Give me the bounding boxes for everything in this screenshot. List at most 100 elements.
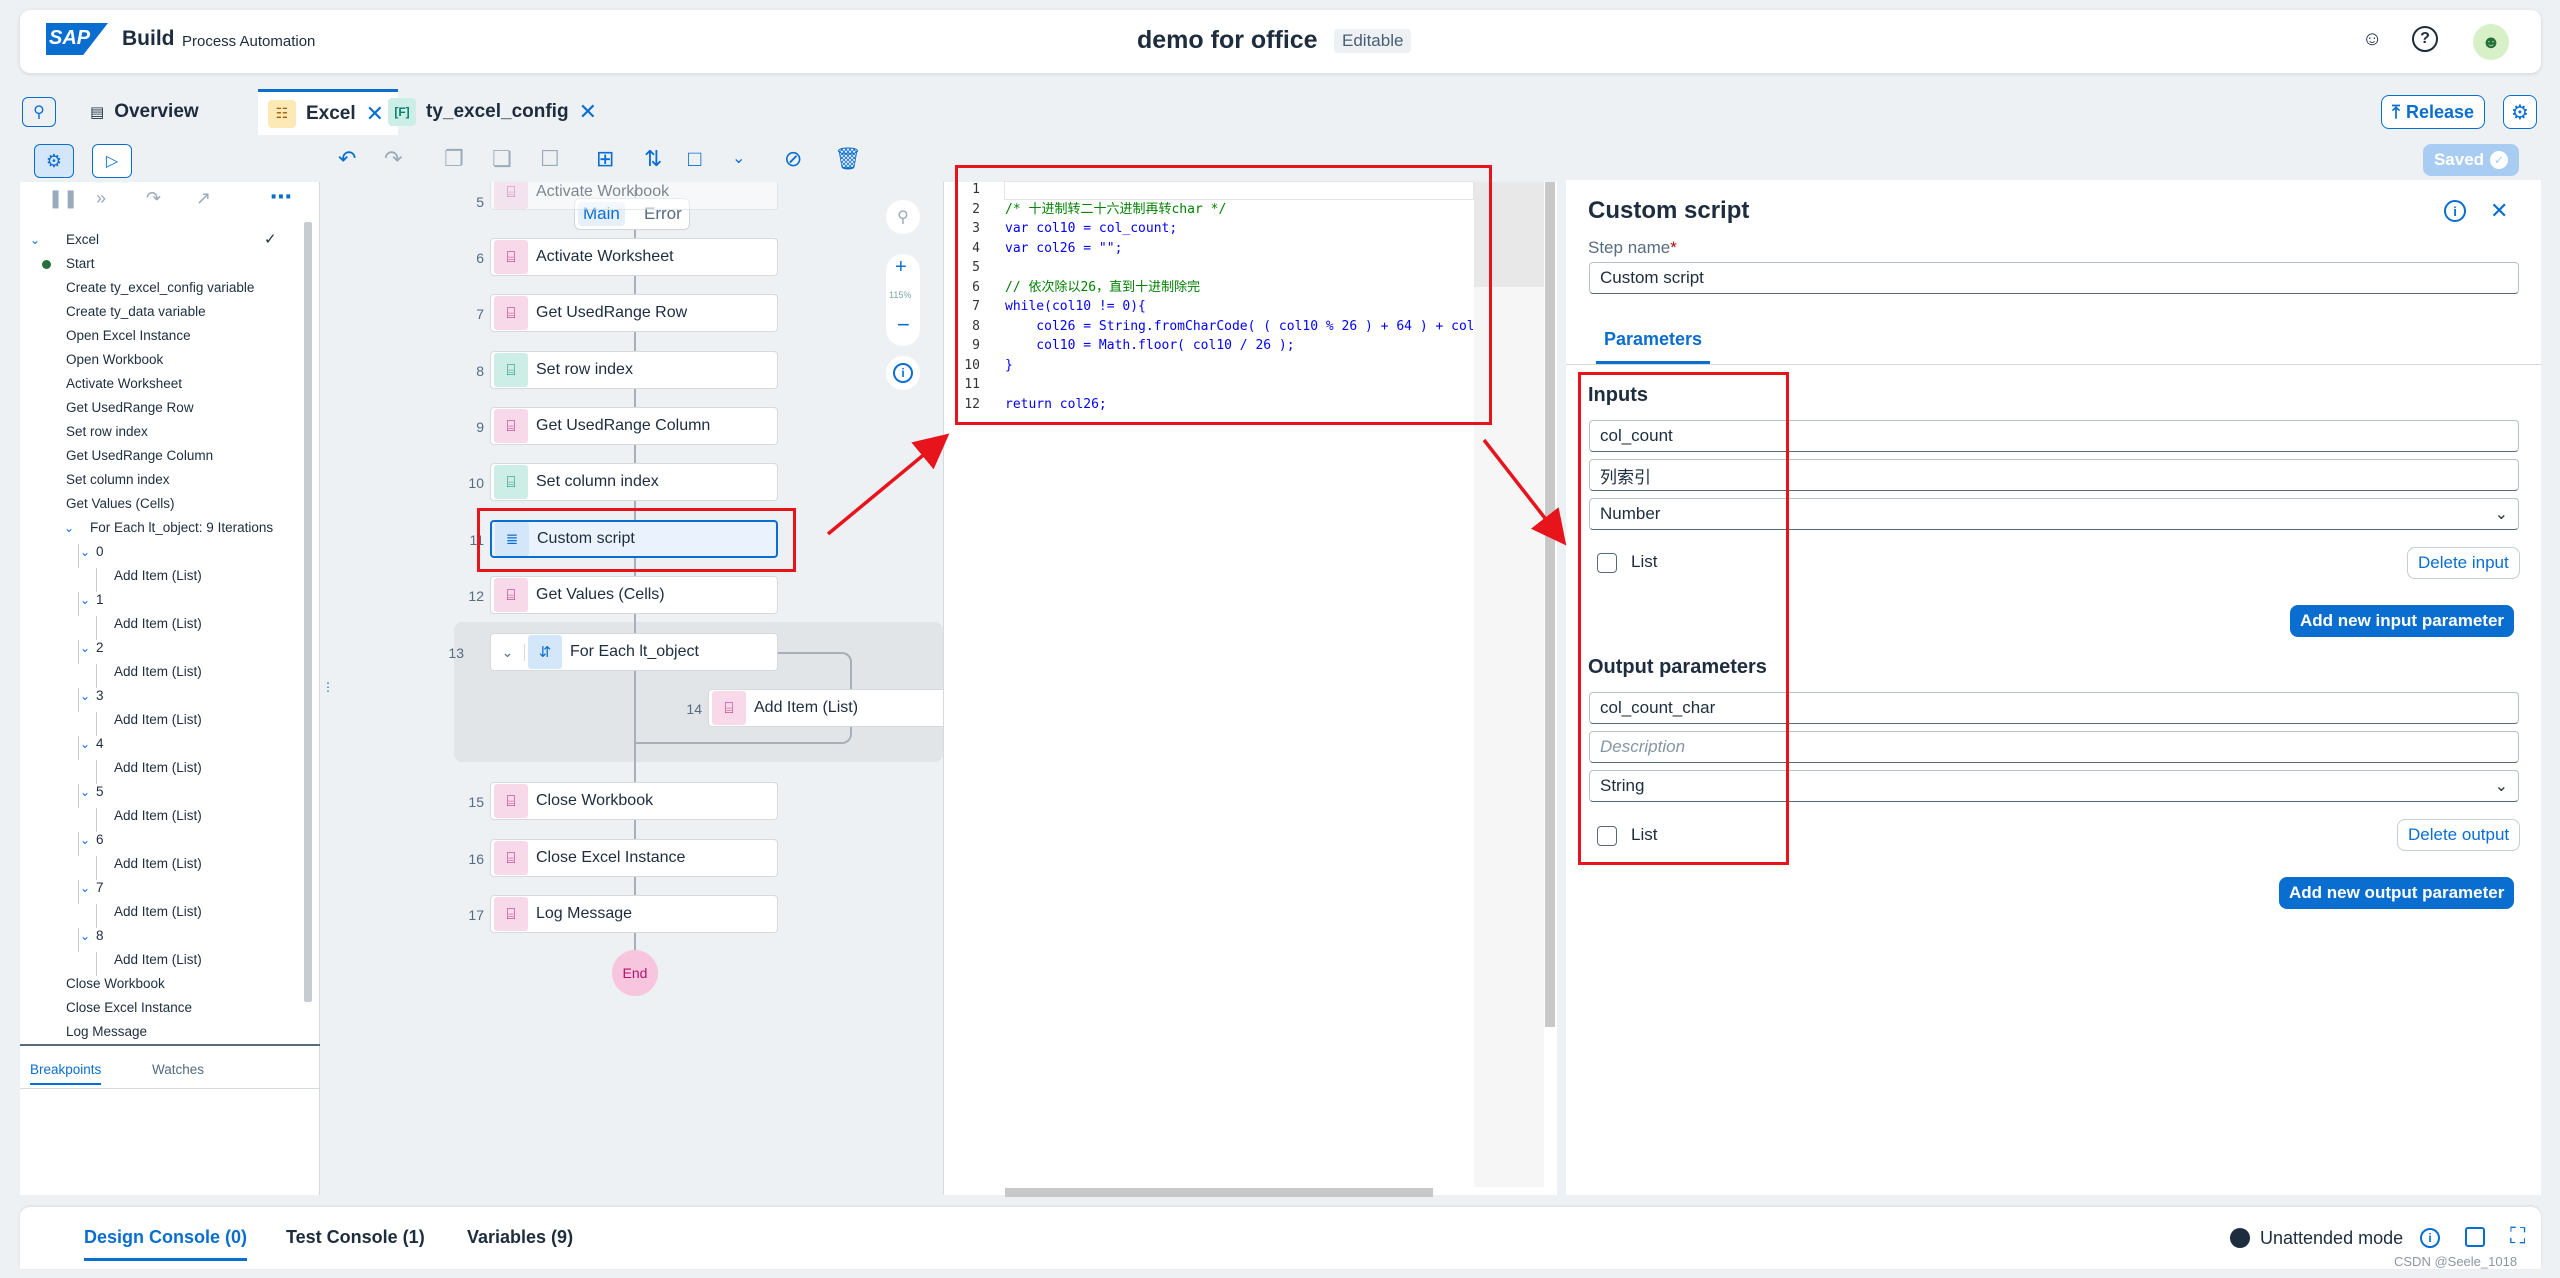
delete-output-button[interactable]: Delete output [2397, 819, 2521, 851]
tab-parameters[interactable]: Parameters [1596, 318, 1710, 364]
tab-watches[interactable]: Watches [152, 1062, 204, 1077]
tree-item[interactable]: 8 [96, 928, 104, 943]
step-name-input[interactable]: Custom script [1589, 262, 2519, 294]
output-description-field[interactable]: Description [1589, 731, 2519, 763]
sap-logo[interactable]: SAP [46, 23, 108, 55]
add-input-button[interactable]: Add new input parameter [2290, 605, 2515, 637]
flow-node[interactable]: ⌸ Get Values (Cells) [490, 576, 778, 614]
search-canvas-icon[interactable]: ⚲ [22, 97, 56, 127]
tree-item[interactable]: Open Excel Instance [66, 328, 191, 343]
editor-vscrollbar[interactable] [1545, 182, 1555, 1027]
tree-item[interactable]: Get UsedRange Column [66, 448, 213, 463]
release-button[interactable]: ⤒ Release [2381, 95, 2486, 129]
chevron-down-icon[interactable]: ⌄ [64, 521, 74, 535]
zoom-out-icon[interactable]: − [897, 312, 910, 338]
tab-variables[interactable]: Variables (9) [467, 1227, 573, 1248]
run-button[interactable]: ▷ [92, 144, 132, 178]
tree-item[interactable]: Close Excel Instance [66, 1000, 192, 1015]
hide-icon[interactable]: ⊘ [784, 146, 802, 172]
flow-node[interactable]: ≣ Custom script [490, 520, 778, 558]
tree-item[interactable]: 2 [96, 640, 104, 655]
flow-node[interactable]: ⌸ Set column index [490, 463, 778, 501]
step-out-icon[interactable]: ↗ [196, 188, 211, 209]
output-name-field[interactable]: col_count_char [1589, 692, 2519, 724]
tree-item[interactable]: Add Item (List) [114, 808, 202, 823]
input-type-select[interactable]: Number ⌄ [1589, 498, 2519, 530]
tree-item[interactable]: Add Item (List) [114, 760, 202, 775]
step-over-icon[interactable]: » [96, 188, 106, 209]
tree-item[interactable]: 0 [96, 544, 104, 559]
tree-item[interactable]: Excel [66, 232, 99, 247]
tree-item[interactable]: Add Item (List) [114, 568, 202, 583]
chevron-down-icon[interactable]: ⌄ [80, 545, 90, 559]
chevron-down-icon[interactable]: ⌄ [80, 593, 90, 607]
add-group-icon[interactable]: ⊞ [596, 146, 614, 172]
select-area-icon[interactable]: □ [688, 146, 701, 172]
tree-item[interactable]: Add Item (List) [114, 856, 202, 871]
tab-breakpoints[interactable]: Breakpoints [30, 1062, 102, 1085]
input-name-field[interactable]: col_count [1589, 420, 2519, 452]
code-line[interactable]: // 依次除以26，直到十进制除完 [1005, 278, 1473, 298]
tree-item[interactable]: Add Item (List) [114, 664, 202, 679]
collapse-icon[interactable]: ⌄ [491, 643, 525, 661]
tree-item[interactable]: Add Item (List) [114, 904, 202, 919]
tree-item[interactable]: Open Workbook [66, 352, 163, 367]
chevron-down-icon[interactable]: ⌄ [80, 833, 90, 847]
delete-icon[interactable]: 🗑 [834, 146, 862, 172]
info-icon[interactable]: i [2444, 200, 2466, 222]
code-line[interactable]: col26 = String.fromCharCode( ( col10 % 2… [1005, 317, 1473, 337]
flow-node[interactable]: ⌸ Set row index [490, 351, 778, 389]
input-description-field[interactable]: 列索引 [1589, 459, 2519, 491]
code-line[interactable]: } [1005, 356, 1473, 376]
close-icon[interactable]: ✕ [2490, 198, 2508, 224]
delete-input-button[interactable]: Delete input [2407, 547, 2520, 579]
tree-item[interactable]: Log Message [66, 1024, 147, 1039]
info-icon[interactable]: i [886, 356, 920, 390]
output-list-checkbox[interactable] [1597, 826, 1617, 846]
output-type-select[interactable]: String ⌄ [1589, 770, 2519, 802]
tab-test-console[interactable]: Test Console (1) [286, 1227, 425, 1248]
tree-item[interactable]: 1 [96, 592, 104, 607]
sort-icon[interactable]: ⇅ [644, 146, 662, 172]
tree-scrollbar[interactable] [304, 222, 312, 1002]
code-content[interactable]: /* 十进制转二十六进制再转char */var col10 = col_cou… [1005, 180, 1473, 414]
copy-icon[interactable]: ❐ [444, 146, 464, 172]
code-line[interactable]: var col26 = ""; [1005, 239, 1473, 259]
tree-item[interactable]: Set row index [66, 424, 148, 439]
tree-item[interactable]: Set column index [66, 472, 170, 487]
chevron-down-icon[interactable]: ⌄ [80, 737, 90, 751]
flow-node[interactable]: ⌄ ⇵ For Each lt_object [490, 633, 778, 671]
tree-item[interactable]: Add Item (List) [114, 712, 202, 727]
tree-item[interactable]: 3 [96, 688, 104, 703]
flow-node[interactable]: ⌸ Activate Worksheet [490, 238, 778, 276]
tree-item[interactable]: Create ty_excel_config variable [66, 280, 254, 295]
splitter-handle[interactable] [20, 1044, 320, 1046]
code-line[interactable] [1005, 258, 1473, 278]
end-node[interactable]: End [612, 950, 658, 996]
step-into-icon[interactable]: ↷ [146, 188, 161, 209]
paste-icon[interactable]: ☐ [540, 146, 560, 172]
info-icon[interactable]: i [2420, 1228, 2440, 1248]
zoom-in-icon[interactable]: + [895, 256, 907, 279]
chevron-down-icon[interactable]: ⌄ [80, 929, 90, 943]
flow-node[interactable]: ⌸ Close Excel Instance [490, 839, 778, 877]
code-line[interactable]: col10 = Math.floor( col10 / 26 ); [1005, 336, 1473, 356]
tree-item[interactable]: 4 [96, 736, 104, 751]
pause-icon[interactable]: ❚❚ [48, 188, 78, 209]
tab-overview[interactable]: ▤ Overview [80, 89, 209, 135]
flow-node[interactable]: ⌸ Get UsedRange Row [490, 294, 778, 332]
flow-node[interactable]: ⌸ Get UsedRange Column [490, 407, 778, 445]
debug-mode-button[interactable]: ⚙ [34, 144, 74, 178]
tree-item[interactable]: Close Workbook [66, 976, 165, 991]
code-line[interactable]: return col26; [1005, 395, 1473, 415]
code-line[interactable]: /* 十进制转二十六进制再转char */ [1005, 200, 1473, 220]
chevron-down-icon[interactable]: ⌄ [80, 785, 90, 799]
undo-icon[interactable]: ↶ [338, 146, 356, 172]
tab-ty-excel-config[interactable]: [F] ty_excel_config ✕ [378, 89, 607, 135]
tree-item[interactable]: Get Values (Cells) [66, 496, 175, 511]
saved-button[interactable]: Saved ✓ [2423, 144, 2519, 176]
splitter-grip-left[interactable]: ⋮ [322, 680, 334, 694]
tree-item[interactable]: 7 [96, 880, 104, 895]
tab-design-console[interactable]: Design Console (0) [84, 1227, 248, 1261]
chevron-down-icon[interactable]: ⌄ [80, 689, 90, 703]
